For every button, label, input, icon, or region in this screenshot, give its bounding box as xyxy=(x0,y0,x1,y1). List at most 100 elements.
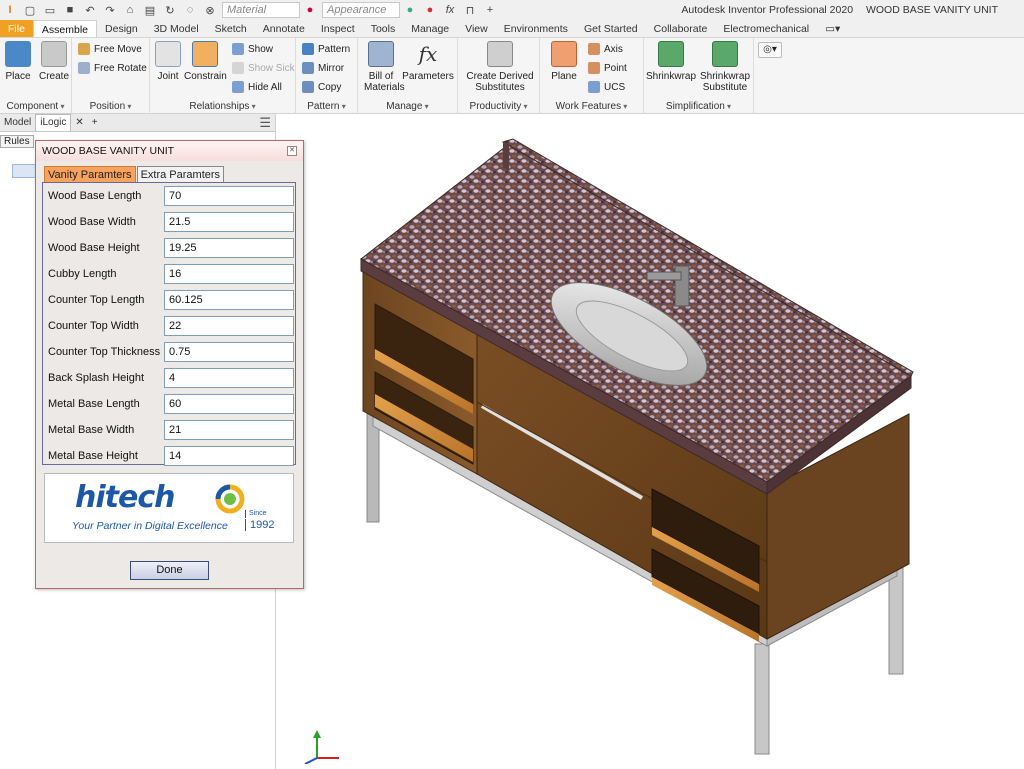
panel-position-label[interactable]: Position xyxy=(72,101,149,112)
wood-base-length-field[interactable]: 70 xyxy=(164,186,294,206)
show-sick-button[interactable]: Show Sick xyxy=(232,60,295,76)
home-icon[interactable]: ⌂ xyxy=(123,3,137,17)
panel-pattern-label[interactable]: Pattern xyxy=(296,101,357,112)
tab-environments[interactable]: Environments xyxy=(496,20,576,37)
counter-top-length-field[interactable]: 60.125 xyxy=(164,290,294,310)
tab-model[interactable]: Model xyxy=(0,117,35,128)
panel-manage-label[interactable]: Manage xyxy=(358,101,457,112)
point-button[interactable]: Point xyxy=(588,60,627,76)
shrinkwrap-sub-label-line1: Shrinkwrap xyxy=(699,71,751,82)
save-icon[interactable]: ■ xyxy=(63,3,77,17)
dialog-title: WOOD BASE VANITY UNIT xyxy=(42,145,175,157)
shrinkwrap-button[interactable]: Shrinkwrap xyxy=(646,41,696,82)
free-rotate-button[interactable]: Free Rotate xyxy=(78,60,147,76)
add-tab-icon[interactable]: + xyxy=(88,117,102,128)
redo-icon[interactable]: ↷ xyxy=(103,3,117,17)
fx-icon[interactable]: fx xyxy=(443,3,457,17)
metal-base-length-field[interactable]: 60 xyxy=(164,394,294,414)
cubby-length-field[interactable]: 16 xyxy=(164,264,294,284)
create-button[interactable]: Create xyxy=(38,41,70,82)
tab-get-started[interactable]: Get Started xyxy=(576,20,646,37)
browser-menu-icon[interactable]: ☰ xyxy=(259,115,271,131)
panel-work-features-label[interactable]: Work Features xyxy=(540,101,643,112)
done-button[interactable]: Done xyxy=(130,561,209,580)
measure-icon[interactable]: ⊓ xyxy=(463,3,477,17)
shrinkwrap-substitute-button[interactable]: Shrinkwrap Substitute xyxy=(698,41,752,93)
tab-ilogic[interactable]: iLogic xyxy=(35,114,72,131)
back-splash-height-field[interactable]: 4 xyxy=(164,368,294,388)
tab-inspect[interactable]: Inspect xyxy=(313,20,363,37)
material-icon[interactable]: ⊗ xyxy=(203,3,217,17)
graphics-window[interactable] xyxy=(277,114,1024,769)
tab-3d-model[interactable]: 3D Model xyxy=(146,20,207,37)
show-button[interactable]: Show xyxy=(232,41,273,57)
plus-icon[interactable]: + xyxy=(483,3,497,17)
plane-icon xyxy=(551,41,577,67)
ucs-button[interactable]: UCS xyxy=(588,79,625,95)
update-icon[interactable]: ↻ xyxy=(163,3,177,17)
shrinkwrap-icon xyxy=(658,41,684,67)
clear-appearance-icon[interactable]: ● xyxy=(423,3,437,17)
tab-tools[interactable]: Tools xyxy=(363,20,404,37)
panel-relationships-label[interactable]: Relationships xyxy=(150,101,295,112)
undo-icon[interactable]: ↶ xyxy=(83,3,97,17)
tab-assemble[interactable]: Assemble xyxy=(32,20,98,37)
create-label: Create xyxy=(38,71,69,82)
close-icon[interactable]: ✕ xyxy=(287,146,297,156)
create-icon xyxy=(41,41,67,67)
panel-component-label[interactable]: Component xyxy=(0,101,71,112)
new-icon[interactable]: ▢ xyxy=(23,3,37,17)
pattern-label: Pattern xyxy=(318,43,351,55)
tab-electromechanical[interactable]: Electromechanical xyxy=(715,20,817,37)
plane-button[interactable]: Plane xyxy=(546,41,582,82)
tab-extra-parameters[interactable]: Extra Paramters xyxy=(136,166,225,182)
tab-sketch[interactable]: Sketch xyxy=(207,20,255,37)
bill-of-materials-icon xyxy=(368,41,394,67)
pattern-button[interactable]: Pattern xyxy=(302,41,350,57)
ribbon-options-icon[interactable]: ◎▾ xyxy=(758,42,782,58)
tab-file[interactable]: File xyxy=(0,20,33,37)
joint-button[interactable]: Joint xyxy=(154,41,182,82)
shrinkwrap-sub-label-line2: Substitute xyxy=(702,82,748,93)
metal-base-width-field[interactable]: 21 xyxy=(164,420,294,440)
material-select[interactable]: Material xyxy=(222,2,300,18)
param-row: Metal Base Length 60 xyxy=(43,394,295,416)
tab-annotate[interactable]: Annotate xyxy=(255,20,313,37)
select-icon[interactable]: ◌ xyxy=(183,3,197,17)
appearance-select[interactable]: Appearance xyxy=(322,2,400,18)
tab-collaborate[interactable]: Collaborate xyxy=(646,20,716,37)
tab-overflow-icon[interactable]: ▭▾ xyxy=(817,20,848,37)
wood-base-width-field[interactable]: 21.5 xyxy=(164,212,294,232)
copy-button[interactable]: Copy xyxy=(302,79,341,95)
rules-tab[interactable]: Rules xyxy=(0,135,34,148)
panel-simplification-label[interactable]: Simplification xyxy=(644,101,753,112)
free-move-button[interactable]: Free Move xyxy=(78,41,142,57)
create-derived-label-line2: Substitutes xyxy=(475,82,525,93)
hide-all-button[interactable]: Hide All xyxy=(232,79,282,95)
create-derived-label-line1: Create Derived xyxy=(466,71,534,82)
counter-top-thickness-field[interactable]: 0.75 xyxy=(164,342,294,362)
tab-view[interactable]: View xyxy=(457,20,496,37)
mirror-button[interactable]: Mirror xyxy=(302,60,344,76)
counter-top-width-field[interactable]: 22 xyxy=(164,316,294,336)
axis-button[interactable]: Axis xyxy=(588,41,623,57)
place-button[interactable]: Place xyxy=(4,41,32,82)
tab-vanity-parameters[interactable]: Vanity Paramters xyxy=(44,166,136,182)
color-icon[interactable]: ● xyxy=(403,3,417,17)
close-tab-icon[interactable]: ✕ xyxy=(71,117,87,128)
properties-icon[interactable]: ▤ xyxy=(143,3,157,17)
panel-productivity-label[interactable]: Productivity xyxy=(458,101,539,112)
dialog-title-bar[interactable]: WOOD BASE VANITY UNIT ✕ xyxy=(36,141,303,161)
constrain-button[interactable]: Constrain xyxy=(184,41,227,82)
bill-of-materials-button[interactable]: Bill of Materials xyxy=(364,41,405,93)
tab-manage[interactable]: Manage xyxy=(403,20,457,37)
show-sick-icon xyxy=(232,62,244,74)
open-icon[interactable]: ▭ xyxy=(43,3,57,17)
pattern-icon xyxy=(302,43,314,55)
parameters-button[interactable]: fx Parameters xyxy=(402,41,454,82)
metal-base-height-field[interactable]: 14 xyxy=(164,446,294,466)
wood-base-height-field[interactable]: 19.25 xyxy=(164,238,294,258)
tab-design[interactable]: Design xyxy=(97,20,146,37)
place-label: Place xyxy=(5,71,31,82)
create-derived-substitutes-button[interactable]: Create Derived Substitutes xyxy=(462,41,538,93)
